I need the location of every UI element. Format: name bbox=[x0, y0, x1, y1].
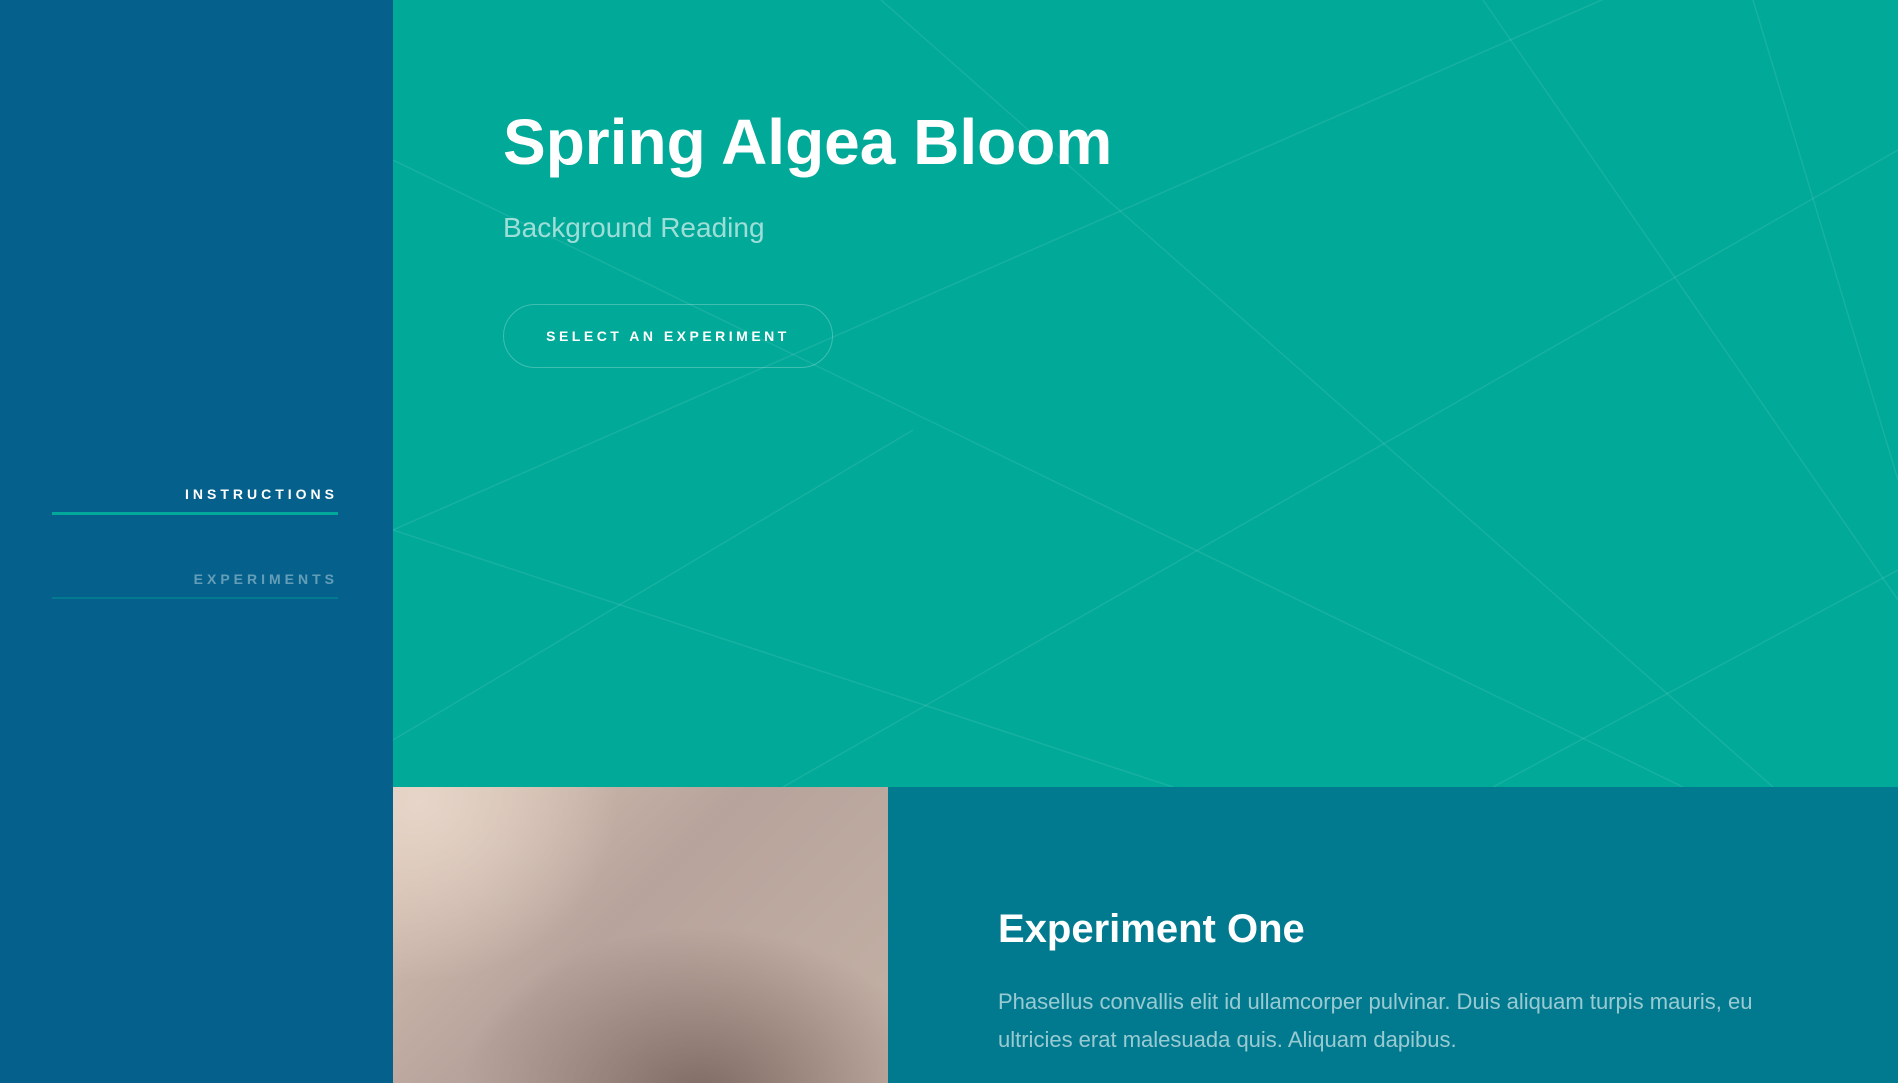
nav-item-instructions[interactable]: INSTRUCTIONS bbox=[52, 470, 338, 515]
experiment-description: Phasellus convallis elit id ullamcorper … bbox=[998, 989, 1753, 1052]
sidebar-nav: INSTRUCTIONS EXPERIMENTS bbox=[52, 470, 338, 639]
experiment-card: Experiment One Phasellus convallis elit … bbox=[888, 787, 1898, 1083]
experiment-image bbox=[393, 787, 888, 1083]
page: INSTRUCTIONS EXPERIMENTS Spring Algea Bl… bbox=[0, 0, 1898, 1083]
nav-item-experiments[interactable]: EXPERIMENTS bbox=[52, 555, 338, 599]
hero-section: Spring Algea Bloom Background Reading SE… bbox=[393, 0, 1898, 787]
experiment-title: Experiment One bbox=[998, 907, 1305, 951]
sidebar: INSTRUCTIONS EXPERIMENTS bbox=[0, 0, 393, 1083]
page-title: Spring Algea Bloom bbox=[503, 106, 1113, 178]
hero-content: Spring Algea Bloom Background Reading SE… bbox=[503, 100, 1112, 368]
select-experiment-button[interactable]: SELECT AN EXPERIMENT bbox=[503, 304, 833, 368]
page-subtitle: Background Reading bbox=[503, 212, 765, 243]
